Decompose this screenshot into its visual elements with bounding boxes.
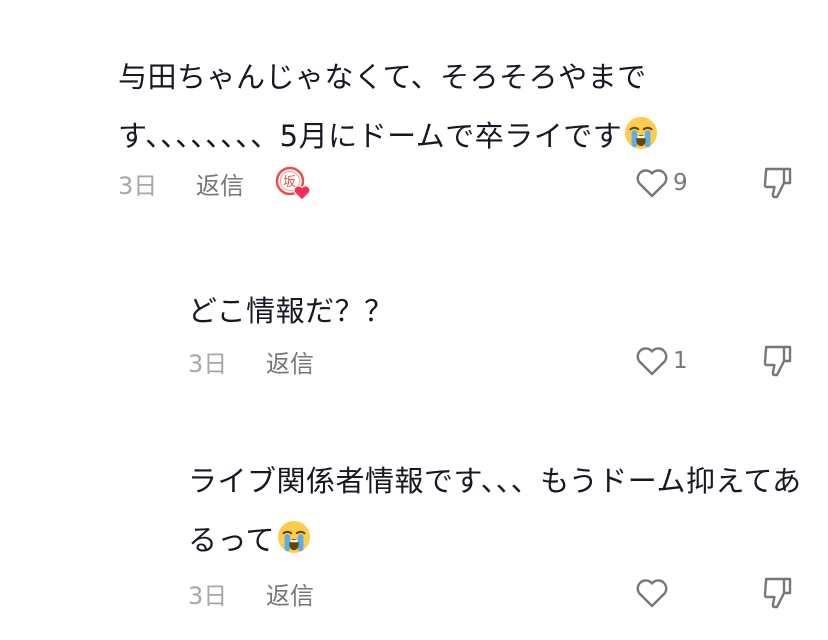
heart-outline-icon	[636, 579, 668, 608]
like-button[interactable]	[635, 573, 687, 613]
like-count: 1	[673, 348, 688, 374]
comment-1: 与田ちゃんじゃなくて、そろそろやまです、、、、、、、、5月にドームで卒ライです	[118, 48, 718, 166]
comment-time: 3日	[188, 349, 228, 378]
heart-outline-icon	[636, 169, 668, 198]
comment-1-meta: 3日 返信 坂	[118, 163, 311, 203]
comment-2-text: どこ情報だ？？	[188, 294, 394, 328]
like-button[interactable]: 1	[635, 341, 688, 381]
thumbs-down-icon[interactable]	[760, 575, 796, 611]
comment-time: 3日	[188, 581, 228, 610]
comment-text: 与田ちゃんじゃなくて、そろそろやまです、、、、、、、、5月にドームで卒ライです	[118, 48, 718, 166]
crying-face-emoji-icon	[278, 520, 311, 554]
like-count: 9	[673, 170, 688, 196]
comment-3: ライブ関係者情報です、、、もうドーム抑えてあるって	[188, 452, 813, 570]
thumbs-down-icon[interactable]	[760, 165, 796, 201]
thumbs-down-icon[interactable]	[760, 343, 796, 379]
comment-1-text: 与田ちゃんじゃなくて、そろそろやまです、、、、、、、、5月にドームで卒ライです	[118, 60, 647, 153]
reply-button[interactable]: 返信	[266, 576, 314, 611]
comment-time: 3日	[118, 171, 158, 200]
comment-2: どこ情報だ？？	[188, 282, 808, 341]
comment-text: ライブ関係者情報です、、、もうドーム抑えてあるって	[188, 452, 813, 570]
crying-face-emoji-icon	[625, 116, 658, 150]
like-button[interactable]: 9	[635, 163, 688, 203]
reply-button[interactable]: 返信	[196, 166, 244, 201]
comment-text: どこ情報だ？？	[188, 282, 808, 341]
svg-text:坂: 坂	[283, 175, 296, 190]
creator-liked-badge: 坂	[274, 165, 311, 201]
reply-button[interactable]: 返信	[266, 344, 314, 379]
comment-2-meta: 3日 返信	[188, 341, 314, 381]
comment-3-meta: 3日 返信	[188, 573, 314, 613]
heart-outline-icon	[636, 347, 668, 376]
